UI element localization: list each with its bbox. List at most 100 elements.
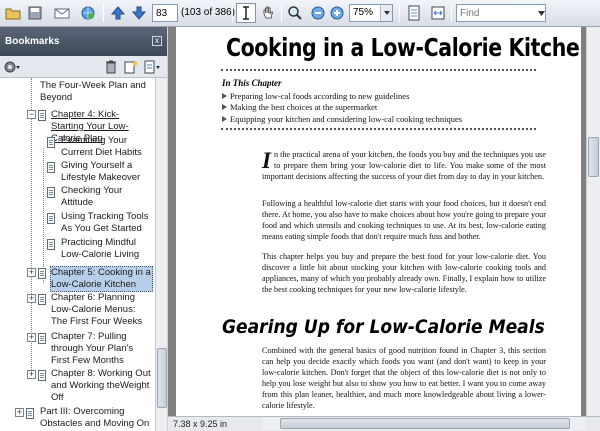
bookmarks-toolbar	[0, 56, 167, 78]
chevron-down-icon	[538, 10, 545, 16]
expand-toggle[interactable]: +	[27, 333, 36, 342]
expand-toggle[interactable]: +	[27, 268, 36, 277]
find-input[interactable]	[456, 4, 546, 22]
bookmark-label: The Four-Week Plan and Beyond	[40, 80, 146, 103]
page-size-label: 7.38 x 9.25 in	[173, 419, 228, 429]
arrow-up-icon	[110, 6, 126, 20]
in-this-chapter-heading: In This Chapter	[222, 78, 282, 88]
divider	[221, 69, 536, 71]
document-horizontal-scrollbar[interactable]	[262, 417, 586, 430]
bookmark-page-icon	[38, 294, 46, 305]
bookmark-item[interactable]: Chapter 7: Pulling through Your Plan's F…	[51, 331, 151, 367]
bookmark-page-icon	[47, 213, 55, 224]
bookmark-page-icon	[38, 333, 46, 344]
options-menu-button[interactable]	[3, 59, 21, 75]
bookmark-page-icon	[47, 162, 55, 173]
bookmarks-header: Bookmarks x	[0, 27, 167, 56]
paragraph: Combined with the general basics of good…	[262, 346, 546, 410]
zoom-out-icon	[311, 6, 325, 20]
expand-toggle[interactable]: +	[27, 370, 36, 379]
bookmark-label: Checking Your Attitude	[61, 185, 123, 208]
expand-bookmark-icon	[144, 60, 160, 74]
expand-toggle[interactable]: +	[15, 408, 24, 417]
gear-icon	[4, 61, 20, 73]
fit-page-button[interactable]	[404, 3, 424, 23]
bookmarks-title: Bookmarks	[5, 36, 60, 47]
bookmark-page-icon	[26, 408, 34, 419]
zoom-tool-button[interactable]	[285, 3, 305, 23]
bookmark-item[interactable]: Practicing Mindful Low-Calorie Living	[61, 237, 153, 261]
delete-bookmark-button[interactable]	[104, 59, 118, 75]
fit-width-icon	[431, 6, 445, 20]
save-button[interactable]	[26, 3, 44, 23]
hand-tool-button[interactable]	[258, 3, 278, 23]
fit-width-button[interactable]	[428, 3, 448, 23]
chapter-bullet: Equipping your kitchen and considering l…	[222, 114, 462, 124]
select-tool-button[interactable]	[236, 3, 256, 23]
bookmark-label: Chapter 6: Planning Low-Calorie Menus: T…	[51, 292, 143, 327]
section-heading: Gearing Up for Low-Calorie Meals	[222, 316, 545, 338]
next-page-button[interactable]	[130, 3, 148, 23]
zoom-out-button[interactable]	[310, 3, 326, 23]
bookmarks-tree: The Four-Week Plan and Beyond − Chapter …	[0, 78, 155, 431]
bookmark-label: Giving Yourself a Lifestyle Makeover	[61, 160, 141, 183]
new-bookmark-icon	[124, 60, 138, 74]
email-button[interactable]	[52, 3, 72, 23]
bookmark-item[interactable]: Chapter 6: Planning Low-Calorie Menus: T…	[51, 292, 151, 328]
zoom-value: 75%	[353, 7, 374, 18]
toolbar: (103 of 386) 75%	[0, 0, 600, 27]
bookmark-item[interactable]: Chapter 8: Working Out and Working theWe…	[51, 368, 151, 404]
trash-icon	[106, 60, 116, 74]
bookmark-item[interactable]: The Four-Week Plan and Beyond	[40, 80, 150, 104]
bookmark-label: Chapter 8: Working Out and Working theWe…	[51, 368, 151, 403]
chevron-down-icon	[380, 5, 392, 21]
bookmark-label: Part III: Overcoming Obstacles and Movin…	[40, 406, 150, 429]
share-button[interactable]	[78, 3, 98, 23]
save-disk-icon	[28, 6, 42, 20]
bookmark-item[interactable]: Giving Yourself a Lifestyle Makeover	[61, 160, 153, 184]
paragraph: This chapter helps you buy and prepare t…	[262, 252, 546, 294]
bookmark-item-chapter-5-selected[interactable]: Chapter 5: Cooking in a Low-Calorie Kitc…	[50, 266, 153, 292]
page-number-input[interactable]	[152, 4, 178, 22]
zoom-select[interactable]: 75%	[349, 4, 393, 22]
bookmarks-scroll-thumb[interactable]	[157, 348, 167, 408]
document-view: Cooking in a Low-Calorie Kitchen In This…	[168, 27, 600, 416]
bookmark-item[interactable]: Examining Your Current Diet Habits	[61, 135, 153, 159]
document-scroll-thumb[interactable]	[588, 137, 599, 177]
collapse-toggle[interactable]: −	[27, 110, 36, 119]
expand-bookmark-button[interactable]	[143, 59, 161, 75]
zoom-in-icon	[330, 6, 344, 20]
email-envelope-icon	[54, 8, 70, 19]
bookmark-page-icon	[47, 239, 55, 250]
paragraph: In the practical arena of your kitchen, …	[262, 148, 546, 181]
bookmark-label: Using Tracking Tools As You Get Started	[61, 211, 149, 234]
magnifier-icon	[288, 6, 302, 20]
globe-icon	[81, 6, 95, 20]
expand-toggle[interactable]: +	[27, 294, 36, 303]
close-panel-button[interactable]: x	[152, 36, 162, 46]
bookmark-page-icon	[38, 370, 46, 381]
bookmark-item[interactable]: Using Tracking Tools As You Get Started	[61, 211, 153, 235]
fit-page-icon	[408, 5, 420, 21]
hand-icon	[263, 6, 274, 19]
chapter-title: Cooking in a Low-Calorie Kitchen	[226, 33, 581, 62]
bookmark-label: Chapter 7: Pulling through Your Plan's F…	[51, 331, 134, 366]
dropcap: I	[262, 148, 271, 173]
chapter-bullet: Preparing low-cal foods according to new…	[222, 91, 409, 101]
new-bookmark-button[interactable]	[123, 59, 139, 75]
paragraph: Following a healthful low-calorie diet s…	[262, 199, 546, 241]
bookmark-item[interactable]: Checking Your Attitude	[61, 185, 153, 209]
previous-page-button[interactable]	[109, 3, 127, 23]
open-button[interactable]	[4, 3, 22, 23]
zoom-in-button[interactable]	[329, 3, 345, 23]
horizontal-scroll-thumb[interactable]	[280, 418, 570, 429]
document-vertical-scrollbar[interactable]	[586, 27, 600, 416]
bookmark-label: Chapter 5: Cooking in a Low-Calorie Kitc…	[50, 266, 153, 292]
text-cursor-icon	[243, 6, 249, 20]
bookmark-page-icon	[47, 187, 55, 198]
bookmark-label: Examining Your Current Diet Habits	[61, 135, 142, 158]
bookmarks-scrollbar[interactable]	[155, 78, 167, 431]
bookmark-label: Practicing Mindful Low-Calorie Living	[61, 237, 140, 260]
find-options-button[interactable]	[537, 3, 546, 23]
bookmark-item[interactable]: Part III: Overcoming Obstacles and Movin…	[40, 406, 152, 430]
